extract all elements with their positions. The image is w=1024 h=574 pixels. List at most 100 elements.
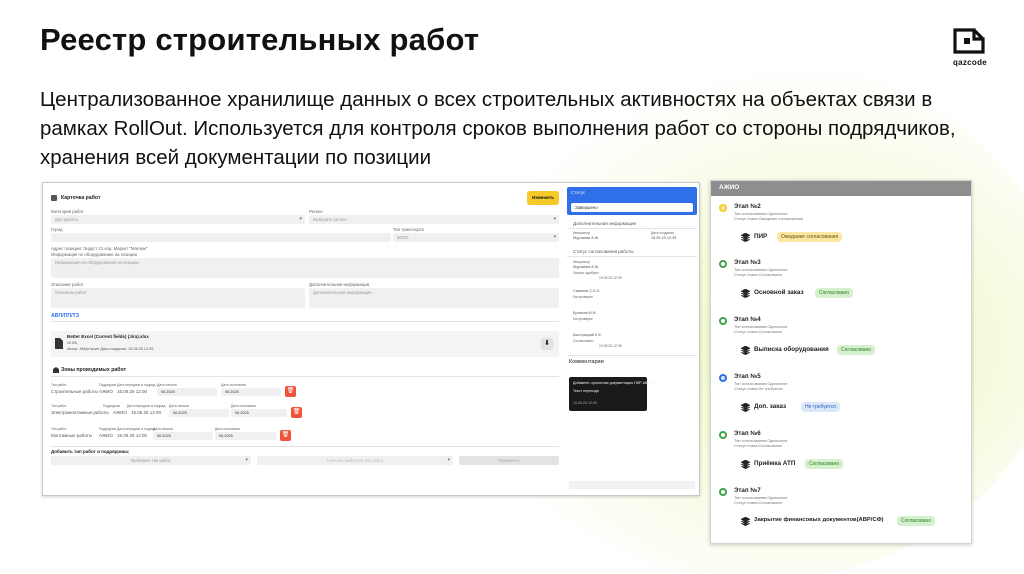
file-size: 20 КБ [67,341,77,345]
divider [567,256,697,257]
status-badge: Согласовано [815,288,854,298]
zone-end-label: Дата окончания [215,427,240,431]
zone-type-label: Тип работ [51,427,67,431]
zone-start-input[interactable]: 06.2025 [153,432,213,440]
stage-status-icon [719,488,727,496]
initiator-name: Мурзаева А.Ж. [573,236,600,240]
approval-role: Инициатор [573,260,591,264]
extra-info-textarea[interactable]: Дополнительная информация [309,288,559,308]
approval-date: 15.05.25 12:39 [599,344,622,348]
stage-item: Этап №7 Тип согласования:Одиночное Стату… [719,485,969,541]
stage-status-icon [719,317,727,325]
zone-start-label: Дата начала [153,427,173,431]
category-label: Категория работ [51,209,84,214]
transport-select[interactable]: ВОЛС [393,233,559,242]
zone-end-input[interactable]: 06.2025 [231,409,287,417]
zone-start-input[interactable]: 06.2025 [157,388,217,396]
divider [567,355,697,356]
stage-status-icon [719,374,727,382]
stage-doc-name: Закрытие финансовых документов(АВР/СФ) [754,517,884,523]
status-badge: Не требуется [801,402,840,412]
stage-doc-name: Доп. заказ [754,403,787,410]
zone-type: Монтажные работы [51,433,93,438]
work-card-form: Карточка работ Изменить Категория работ … [47,187,563,493]
divider [51,376,559,377]
apply-button[interactable]: Применить [459,456,559,465]
zone-end-input[interactable]: 06.2025 [215,432,277,440]
city-input[interactable] [51,233,391,242]
approval-name: Сиванов С.К.О. [573,289,601,293]
zone-start-label: Дата начала [157,383,177,387]
panel-title: АЖИО [719,184,740,191]
download-icon[interactable]: ⬇ [541,338,553,350]
stage-doc-name: Приёмка АТП [754,460,796,467]
zone-type: Строительные работы [51,389,98,394]
status-badge: Согласовано [837,345,876,355]
zone-type: Электромонтажные работы [51,410,109,415]
status-value[interactable]: Завершено [571,203,693,212]
work-card-window: Карточка работ Изменить Категория работ … [42,182,700,496]
logo: qazcode [946,26,994,70]
stage-item: Этап №6 Тип согласования:Одиночное Стату… [719,428,969,484]
card-title: Карточка работ [61,195,101,201]
transport-label: Тип транспорта [393,227,424,232]
approval-date: 15.05.25 12:39 [599,276,622,280]
stage-status-icon [719,260,727,268]
status-badge: Согласовано [805,459,844,469]
zone-contractor: АЖИО [99,433,113,438]
layers-icon [741,233,750,242]
approval-status: На проверке [573,317,593,321]
comment-line: Текст перехода [573,389,599,393]
comment-text: Добавлен: проектная документация ПИР АВП… [573,381,656,385]
stage-doc-name: Основной заказ [754,289,804,296]
stage-name: Этап №3 [734,259,761,266]
divider [51,446,559,447]
attached-file[interactable]: Better Excel (Current fields) (Jira).xls… [51,331,559,357]
approval-name: Мурзаева А.Ж. [573,265,600,269]
stage-status-icon [719,431,727,439]
work-type-select[interactable]: Выберите тип работ [51,456,251,465]
delete-zone-icon[interactable]: 🗑 [280,430,291,441]
layers-icon [741,517,750,526]
description-textarea[interactable]: Описание работ [51,288,305,308]
zone-type-label: Тип работ [51,404,67,408]
approval-status: Запрос одобрен [573,271,599,275]
contractor-select[interactable]: Сначала выберите тип работ [257,456,453,465]
zone-contractor-label: Подрядчик [99,383,117,387]
zone-contractor: АЖИО [99,389,113,394]
page-title: Реестр строительных работ [40,22,480,57]
equipment-textarea[interactable]: Информация по оборудованию на позиции [51,258,559,278]
approval-status: На проверке [573,295,593,299]
stage-status: Статус этапа:Согласовано [734,329,782,334]
logo-text: qazcode [952,58,988,67]
delete-zone-icon[interactable]: 🗑 [291,407,302,418]
stage-doc-name: Выписка оборудования [754,346,829,353]
zone-row: Тип работ Электромонтажные работы Подряд… [51,404,311,422]
layers-icon [741,346,750,355]
zone-contractor: АЖИО [113,410,127,415]
zones-icon [53,367,59,373]
stage-item: Этап №4 Тип согласования:Одиночное Стату… [719,314,969,370]
status-title: Статус [571,190,586,195]
category-select[interactable]: Доп работы [51,215,305,224]
stage-item: Этап №5 Тип согласования:Одиночное Стату… [719,371,969,427]
region-label: Регион [309,209,323,214]
region-select[interactable]: Выберите регион [309,215,559,224]
stage-name: Этап №4 [734,316,761,323]
zone-end-input[interactable]: 06.2025 [221,388,281,396]
side-column: Статус Завершено Дополнительная информац… [567,187,697,493]
zone-end-label: Дата окончания [231,404,256,408]
stage-name: Этап №5 [734,373,761,380]
zone-date-label: Дата передачи в подряд [127,404,166,408]
delete-zone-icon[interactable]: 🗑 [285,386,296,397]
stage-status: Статус этапа:Ожидание согласования [734,216,804,221]
zone-start-label: Дата начала [169,404,189,408]
zone-date-label: Дата передачи в подряд [117,427,156,431]
address-text: Адрес позиции: Эндуст 21 кор, Маркет "Ма… [51,246,148,251]
approval-name: Быстрицкий К.Е. [573,333,603,337]
edit-button[interactable]: Изменить [527,191,559,205]
comment-input[interactable] [569,481,695,489]
stage-status: Статус этапа:Согласовано [734,272,782,277]
approval-item: Быстрицкий К.Е. Согласовано 15.05.25 12:… [573,329,693,351]
zone-start-input[interactable]: 06.2025 [169,409,229,417]
